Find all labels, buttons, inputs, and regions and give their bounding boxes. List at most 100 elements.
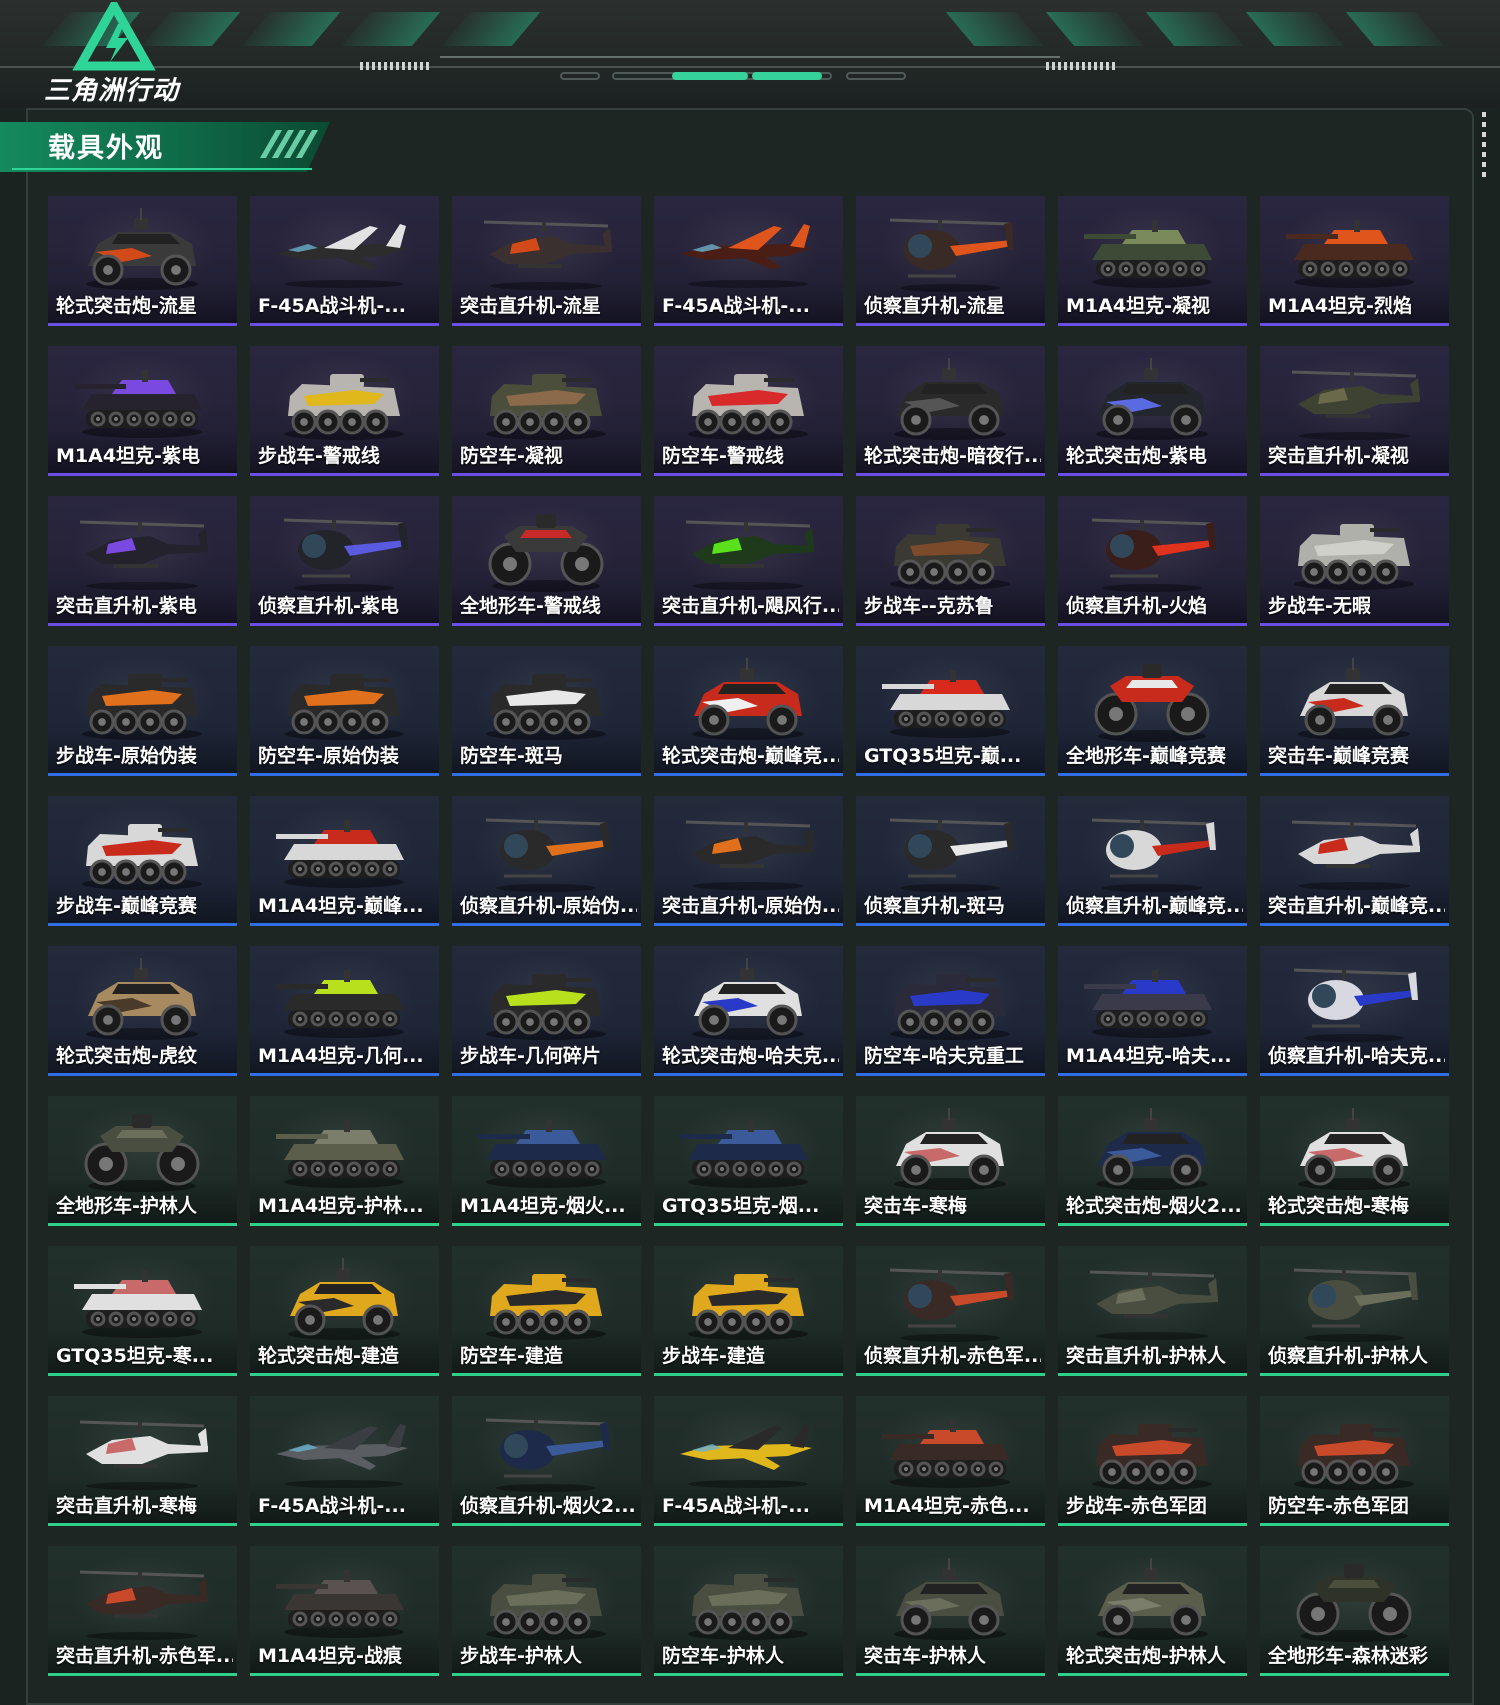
skin-card[interactable]: 步战车-无暇	[1260, 496, 1449, 626]
skin-card[interactable]: M1A4坦克-几何...	[250, 946, 439, 1076]
skin-card[interactable]: 防空车-建造	[452, 1246, 641, 1376]
skin-card[interactable]: 步战车-建造	[654, 1246, 843, 1376]
skin-name: 突击直升机-凝视	[1268, 445, 1409, 467]
skin-card[interactable]: 侦察直升机-巅峰竞...	[1058, 796, 1247, 926]
skin-card[interactable]: 侦察直升机-赤色军...	[856, 1246, 1045, 1376]
skin-card[interactable]: 侦察直升机-烟火2...	[452, 1396, 641, 1526]
skin-card[interactable]: 轮式突击炮-紫电	[1058, 346, 1247, 476]
skin-name: 轮式突击炮-巅峰竞...	[662, 745, 839, 767]
skin-card[interactable]: F-45A战斗机-...	[250, 196, 439, 326]
skin-card[interactable]: 侦察直升机-斑马	[856, 796, 1045, 926]
skin-card[interactable]: 侦察直升机-哈夫克...	[1260, 946, 1449, 1076]
skin-name: 突击直升机-赤色军...	[56, 1645, 233, 1667]
skin-card[interactable]: 全地形车-警戒线	[452, 496, 641, 626]
skin-card[interactable]: 防空车-哈夫克重工	[856, 946, 1045, 1076]
skin-card[interactable]: 突击车-护林人	[856, 1546, 1045, 1676]
skin-card[interactable]: 突击直升机-飓风行...	[654, 496, 843, 626]
skin-name: M1A4坦克-烈焰	[1268, 295, 1412, 317]
skin-name: 全地形车-巅峰竞赛	[1066, 745, 1226, 767]
skin-card[interactable]: 侦察直升机-流星	[856, 196, 1045, 326]
header-divider-inner	[440, 56, 1060, 58]
skin-name: 突击直升机-寒梅	[56, 1495, 197, 1517]
skin-card[interactable]: 步战车-原始伪装	[48, 646, 237, 776]
skin-card[interactable]: 突击直升机-紫电	[48, 496, 237, 626]
skin-card[interactable]: M1A4坦克-赤色...	[856, 1396, 1045, 1526]
skin-card[interactable]: 突击直升机-护林人	[1058, 1246, 1247, 1376]
skin-card[interactable]: 突击直升机-寒梅	[48, 1396, 237, 1526]
skin-card[interactable]: 侦察直升机-紫电	[250, 496, 439, 626]
skin-card[interactable]: M1A4坦克-凝视	[1058, 196, 1247, 326]
skin-card[interactable]: 侦察直升机-火焰	[1058, 496, 1247, 626]
skin-name: 突击直升机-原始伪...	[662, 895, 839, 917]
skin-name: 侦察直升机-护林人	[1268, 1345, 1428, 1367]
skin-card[interactable]: M1A4坦克-战痕	[250, 1546, 439, 1676]
skin-card[interactable]: 突击车-寒梅	[856, 1096, 1045, 1226]
header-indicator	[846, 72, 906, 80]
scroll-indicator[interactable]	[1482, 112, 1486, 178]
skin-name: 侦察直升机-火焰	[1066, 595, 1207, 617]
skin-card[interactable]: 防空车-斑马	[452, 646, 641, 776]
skin-card[interactable]: 全地形车-森林迷彩	[1260, 1546, 1449, 1676]
skin-name: 步战车-几何碎片	[460, 1045, 601, 1067]
skin-card[interactable]: M1A4坦克-烈焰	[1260, 196, 1449, 326]
skin-card[interactable]: 步战车-几何碎片	[452, 946, 641, 1076]
skin-card[interactable]: GTQ35坦克-巅...	[856, 646, 1045, 776]
skin-card[interactable]: GTQ35坦克-烟...	[654, 1096, 843, 1226]
skin-card[interactable]: M1A4坦克-烟火...	[452, 1096, 641, 1226]
skin-card[interactable]: 侦察直升机-护林人	[1260, 1246, 1449, 1376]
vehicle-skin-grid: 轮式突击炮-流星 F-45A战斗机-... 突击直升机-流星 F-45A战斗机-…	[48, 196, 1449, 1676]
skin-name: 侦察直升机-流星	[864, 295, 1005, 317]
skin-card[interactable]: 防空车-凝视	[452, 346, 641, 476]
skin-card[interactable]: 突击直升机-原始伪...	[654, 796, 843, 926]
skin-card[interactable]: F-45A战斗机-...	[654, 196, 843, 326]
skin-name: 侦察直升机-原始伪...	[460, 895, 637, 917]
skin-card[interactable]: 步战车-护林人	[452, 1546, 641, 1676]
skin-card[interactable]: 防空车-原始伪装	[250, 646, 439, 776]
skin-name: 轮式突击炮-烟火2...	[1066, 1195, 1242, 1217]
skin-name: 防空车-凝视	[460, 445, 563, 467]
skin-name: 突击直升机-紫电	[56, 595, 197, 617]
skin-card[interactable]: 突击直升机-流星	[452, 196, 641, 326]
skin-name: 突击车-寒梅	[864, 1195, 967, 1217]
skin-card[interactable]: 防空车-护林人	[654, 1546, 843, 1676]
skin-card[interactable]: GTQ35坦克-寒...	[48, 1246, 237, 1376]
skin-name: 侦察直升机-紫电	[258, 595, 399, 617]
skin-card[interactable]: M1A4坦克-紫电	[48, 346, 237, 476]
skin-card[interactable]: 轮式突击炮-建造	[250, 1246, 439, 1376]
skin-name: F-45A战斗机-...	[258, 1495, 406, 1517]
skin-name: 全地形车-护林人	[56, 1195, 197, 1217]
skin-card[interactable]: 突击直升机-巅峰竞...	[1260, 796, 1449, 926]
skin-card[interactable]: F-45A战斗机-...	[250, 1396, 439, 1526]
skin-card[interactable]: 全地形车-巅峰竞赛	[1058, 646, 1247, 776]
skin-card[interactable]: 轮式突击炮-流星	[48, 196, 237, 326]
skin-name: 突击直升机-巅峰竞...	[1268, 895, 1445, 917]
skin-card[interactable]: 轮式突击炮-哈夫克...	[654, 946, 843, 1076]
skin-card[interactable]: 步战车-赤色军团	[1058, 1396, 1247, 1526]
skin-card[interactable]: 轮式突击炮-虎纹	[48, 946, 237, 1076]
skin-card[interactable]: F-45A战斗机-...	[654, 1396, 843, 1526]
skin-card[interactable]: 步战车-警戒线	[250, 346, 439, 476]
skin-card[interactable]: 侦察直升机-原始伪...	[452, 796, 641, 926]
skin-card[interactable]: M1A4坦克-哈夫...	[1058, 946, 1247, 1076]
skin-card[interactable]: 轮式突击炮-烟火2...	[1058, 1096, 1247, 1226]
skin-name: 防空车-护林人	[662, 1645, 784, 1667]
skin-name: M1A4坦克-战痕	[258, 1645, 402, 1667]
skin-card[interactable]: 步战车--克苏鲁	[856, 496, 1045, 626]
skin-card[interactable]: M1A4坦克-巅峰...	[250, 796, 439, 926]
skin-card[interactable]: 突击直升机-凝视	[1260, 346, 1449, 476]
skin-card[interactable]: 轮式突击炮-巅峰竞...	[654, 646, 843, 776]
skin-name: 侦察直升机-赤色军...	[864, 1345, 1041, 1367]
skin-card[interactable]: 全地形车-护林人	[48, 1096, 237, 1226]
skin-name: 防空车-原始伪装	[258, 745, 399, 767]
skin-card[interactable]: 防空车-赤色军团	[1260, 1396, 1449, 1526]
skin-card[interactable]: 轮式突击炮-暗夜行...	[856, 346, 1045, 476]
skin-card[interactable]: 突击车-巅峰竞赛	[1260, 646, 1449, 776]
section-header-decoration	[259, 130, 319, 158]
skin-card[interactable]: 突击直升机-赤色军...	[48, 1546, 237, 1676]
skin-card[interactable]: 步战车-巅峰竞赛	[48, 796, 237, 926]
skin-card[interactable]: M1A4坦克-护林...	[250, 1096, 439, 1226]
skin-card[interactable]: 防空车-警戒线	[654, 346, 843, 476]
skin-card[interactable]: 轮式突击炮-护林人	[1058, 1546, 1247, 1676]
header-indicator	[560, 72, 600, 80]
skin-card[interactable]: 轮式突击炮-寒梅	[1260, 1096, 1449, 1226]
